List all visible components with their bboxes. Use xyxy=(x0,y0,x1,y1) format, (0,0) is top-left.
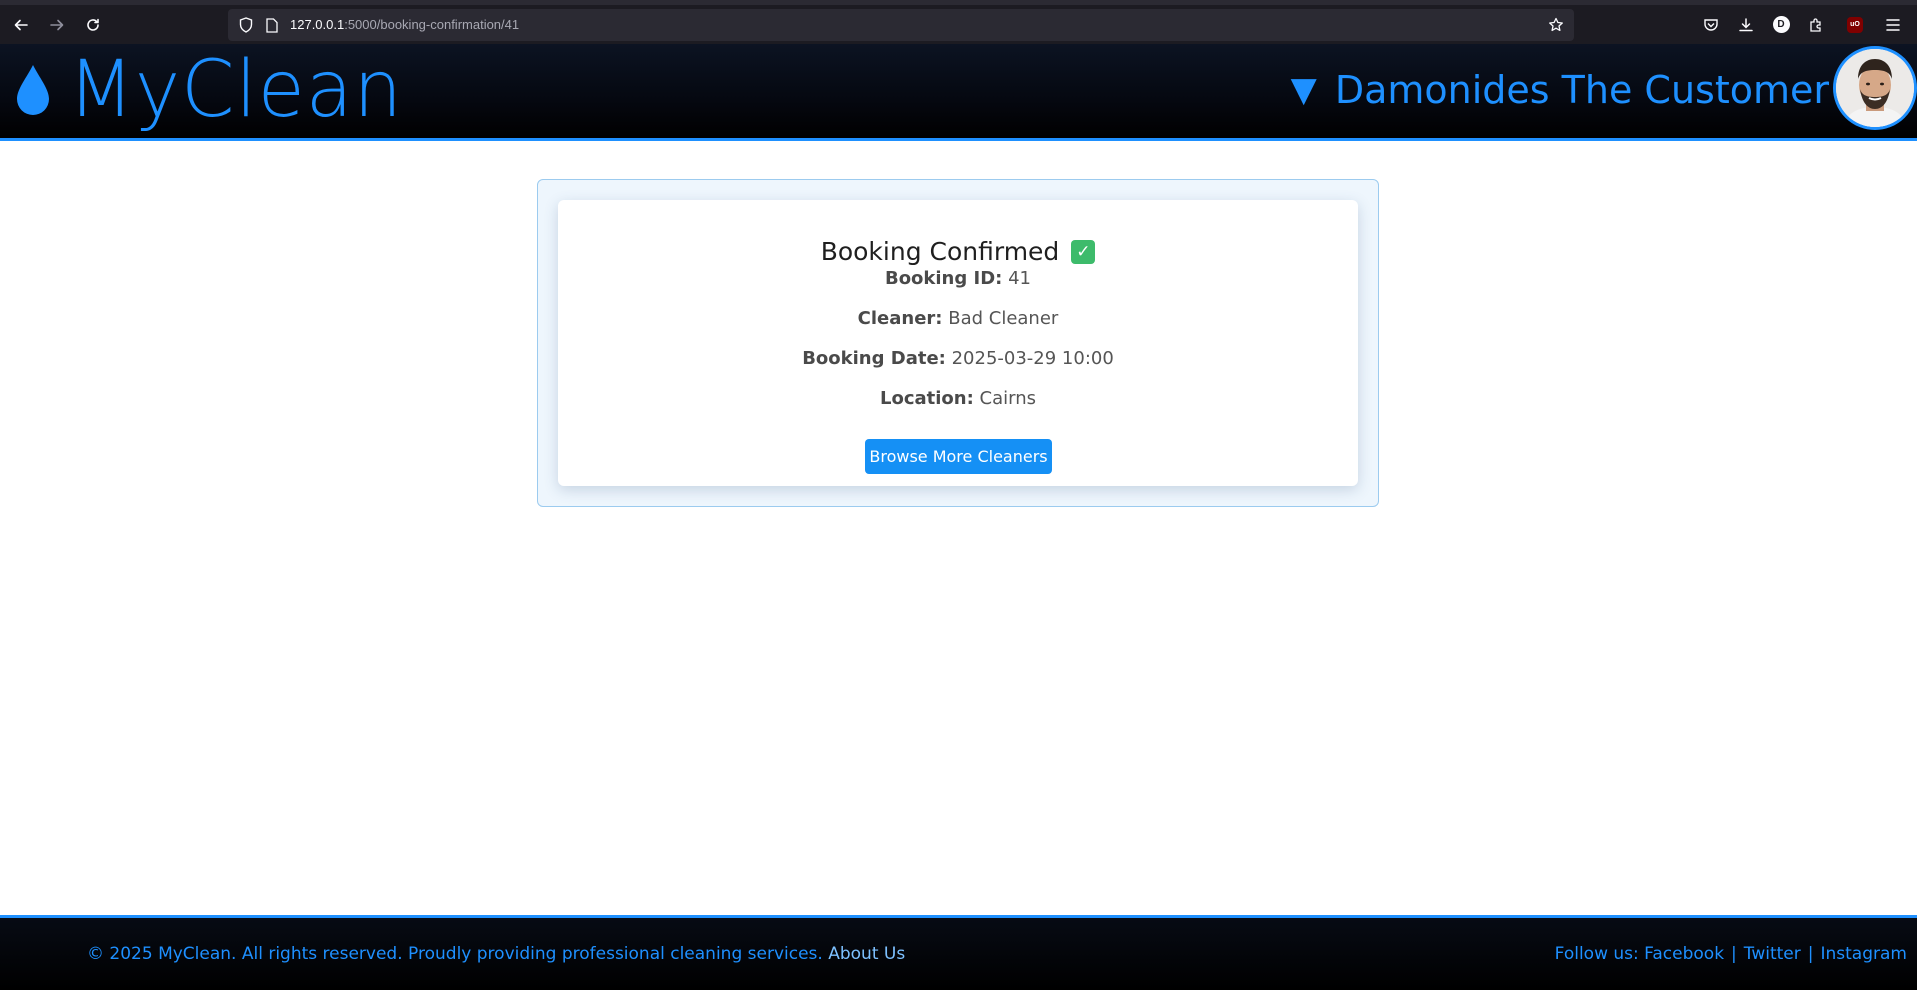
extensions-icon[interactable] xyxy=(1803,5,1829,44)
url-path: :5000/booking-confirmation/41 xyxy=(344,17,520,32)
ublock-icon[interactable]: uO xyxy=(1842,5,1868,44)
footer-left: © 2025 MyClean. All rights reserved. Pro… xyxy=(87,918,905,990)
location-label: Location: xyxy=(879,388,974,409)
url-text[interactable]: 127.0.0.1:5000/booking-confirmation/41 xyxy=(290,9,519,41)
dropdown-arrow-icon[interactable]: ▼ xyxy=(1291,73,1317,107)
url-bar[interactable]: 127.0.0.1:5000/booking-confirmation/41 xyxy=(228,9,1574,41)
avatar-portrait-icon xyxy=(1836,49,1914,127)
confirmation-container: Booking Confirmed ✓ Booking ID: 41 Clean… xyxy=(537,179,1379,507)
bookmark-star-icon[interactable] xyxy=(1546,9,1566,41)
footer-social: Follow us: Facebook | Twitter | Instagram xyxy=(1555,918,1907,990)
confirmation-title: Booking Confirmed xyxy=(820,237,1060,266)
menu-icon[interactable] xyxy=(1880,5,1906,44)
location-value: Cairns xyxy=(979,388,1037,409)
facebook-link[interactable]: Facebook xyxy=(1644,944,1724,964)
pocket-icon[interactable] xyxy=(1698,5,1724,44)
confirmation-card: Booking Confirmed ✓ Booking ID: 41 Clean… xyxy=(558,200,1358,486)
instagram-link[interactable]: Instagram xyxy=(1821,944,1908,964)
follow-us-label: Follow us: xyxy=(1554,944,1639,964)
booking-date-label: Booking Date: xyxy=(802,348,946,369)
water-drop-icon xyxy=(17,65,49,115)
browse-more-cleaners-button[interactable]: Browse More Cleaners xyxy=(865,439,1052,474)
booking-id-row: Booking ID: 41 xyxy=(558,268,1358,289)
booking-id-value: 41 xyxy=(1008,268,1032,289)
back-arrow-icon[interactable] xyxy=(6,5,36,44)
confirmation-heading: Booking Confirmed ✓ xyxy=(558,237,1358,266)
logo-text: MyClean xyxy=(68,45,403,135)
check-mark-icon: ✓ xyxy=(1071,239,1096,264)
profile-initial: D xyxy=(1772,16,1790,33)
download-icon[interactable] xyxy=(1733,5,1759,44)
user-name[interactable]: Damonides The Customer xyxy=(1335,71,1829,109)
copyright-text: © 2025 MyClean. All rights reserved. Pro… xyxy=(87,944,823,964)
avatar[interactable] xyxy=(1833,46,1917,130)
booking-date-value: 2025-03-29 10:00 xyxy=(951,348,1114,369)
ublock-label: uO xyxy=(1847,16,1863,33)
separator: | xyxy=(1807,944,1814,964)
booking-id-label: Booking ID: xyxy=(884,268,1003,289)
reload-icon[interactable] xyxy=(78,5,108,44)
cleaner-row: Cleaner: Bad Cleaner xyxy=(558,308,1358,329)
logo-link[interactable]: MyClean xyxy=(14,44,410,136)
profile-icon[interactable]: D xyxy=(1768,5,1794,44)
user-menu[interactable]: ▼ Damonides The Customer xyxy=(1291,44,1829,136)
booking-date-row: Booking Date: 2025-03-29 10:00 xyxy=(558,348,1358,369)
site-footer: © 2025 MyClean. All rights reserved. Pro… xyxy=(0,915,1917,990)
shield-icon[interactable] xyxy=(236,9,256,41)
forward-arrow-icon[interactable] xyxy=(42,5,72,44)
about-us-link[interactable]: About Us xyxy=(828,944,905,964)
location-row: Location: Cairns xyxy=(558,388,1358,409)
browser-toolbar: 127.0.0.1:5000/booking-confirmation/41 D… xyxy=(0,0,1917,44)
cleaner-value: Bad Cleaner xyxy=(948,308,1059,329)
twitter-link[interactable]: Twitter xyxy=(1744,944,1801,964)
url-host: 127.0.0.1 xyxy=(290,17,345,32)
site-header: MyClean ▼ Damonides The Customer xyxy=(0,44,1917,141)
page-icon[interactable] xyxy=(262,9,282,41)
separator: | xyxy=(1731,944,1737,964)
cleaner-label: Cleaner: xyxy=(857,308,943,329)
